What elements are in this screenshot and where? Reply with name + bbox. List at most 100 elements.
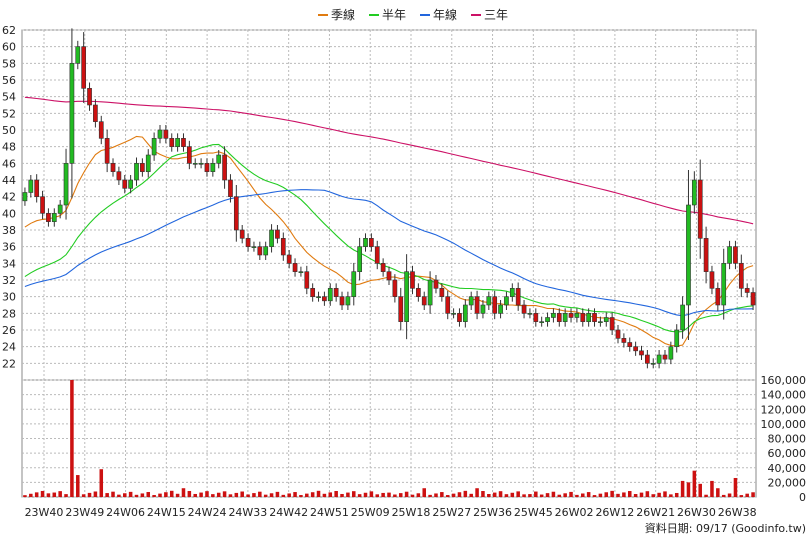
volume-bar	[169, 490, 174, 497]
x-tick-label: 26W21	[636, 506, 675, 519]
volume-bar	[87, 492, 92, 497]
volume-bar	[416, 493, 421, 497]
volume-bar	[246, 494, 250, 497]
volume-bar	[228, 494, 233, 497]
price-tick-label: 54	[2, 91, 16, 104]
x-tick-label: 23W40	[25, 506, 64, 519]
footer-date: 資料日期: 09/17 (Goodinfo.tw)	[645, 521, 806, 535]
volume-bar	[622, 492, 626, 497]
candle-body	[568, 313, 574, 318]
candle-body	[468, 296, 474, 306]
volume-bar	[64, 494, 68, 497]
volume-bar	[299, 495, 303, 497]
volume-bar	[310, 492, 315, 497]
volume-bar	[275, 491, 280, 497]
candle-body	[110, 163, 116, 172]
volume-bar	[181, 488, 186, 497]
price-tick-label: 56	[2, 74, 16, 87]
volume-tick-label: 120,000	[761, 403, 807, 416]
stock-chart: 22 24 26 28 30 32 34 36 38 40 42 44 46 48 50 52 54 56 58 60…	[2, 7, 807, 535]
candle-body	[369, 238, 374, 247]
price-tick-label: 44	[2, 174, 16, 187]
candle-body	[416, 288, 421, 297]
price-tick-label: 32	[2, 274, 16, 287]
x-axis-ticks: 23W40 23W49 24W06 24W15 24W24 24W33 24W42 24W51…	[25, 506, 757, 519]
volume-bar	[692, 470, 697, 497]
x-tick-label: 23W49	[65, 506, 104, 519]
volume-bar	[663, 491, 667, 497]
volume-bar	[721, 494, 726, 497]
volume-bar	[258, 491, 262, 497]
x-tick-label: 24W15	[147, 506, 186, 519]
candle-body	[574, 313, 580, 318]
candle-body	[51, 213, 57, 222]
candle-body	[427, 279, 433, 306]
candle-body	[738, 263, 744, 289]
candle-body	[34, 179, 40, 197]
volume-bar	[375, 494, 380, 497]
candle-body	[562, 313, 568, 322]
candle-body	[192, 163, 198, 165]
candle-body	[357, 246, 362, 272]
candle-body	[286, 254, 292, 264]
volume-bar	[152, 495, 156, 497]
volume-bar	[633, 494, 638, 497]
volume-bar	[739, 495, 744, 497]
volume-bar	[175, 493, 180, 497]
volume-bar	[398, 493, 403, 497]
candle-body	[404, 271, 409, 322]
candle-body	[691, 179, 697, 206]
price-tick-label: 42	[2, 191, 16, 204]
candle-body	[198, 163, 204, 165]
plot-frame	[21, 29, 757, 498]
candle-body	[98, 121, 104, 139]
volume-bar	[639, 492, 644, 497]
candle-body	[733, 246, 738, 264]
volume-bar	[76, 475, 80, 497]
volume-bar	[733, 477, 738, 497]
volume-bar	[674, 492, 679, 497]
price-axis-ticks: 22 24 26 28 30 32 34 36 38 40 42 44 46 48 50 52 54 56 58 60…	[2, 24, 16, 370]
volume-bar	[240, 491, 244, 497]
volume-tick-label: 140,000	[761, 389, 807, 402]
candle-body	[69, 63, 75, 164]
volume-bar	[269, 493, 274, 497]
candle-body	[504, 296, 509, 306]
volume-bar	[434, 493, 438, 497]
volume-bar	[287, 493, 291, 497]
price-tick-label: 52	[2, 107, 16, 120]
volume-bar	[522, 494, 526, 497]
candle-body	[380, 263, 386, 272]
volume-bar	[340, 493, 344, 497]
candle-body	[639, 350, 644, 356]
volume-bar	[216, 492, 221, 497]
x-tick-label: 26W38	[718, 506, 757, 519]
volume-bar	[492, 492, 497, 497]
volume-bar	[281, 494, 286, 497]
candle-body	[233, 196, 239, 231]
x-tick-label: 26W30	[677, 506, 716, 519]
volume-bar	[592, 495, 597, 497]
volume-bar	[199, 492, 203, 497]
candle-body	[228, 179, 233, 197]
candle-body	[410, 271, 415, 289]
volume-bar	[334, 490, 338, 497]
volume-bar	[463, 490, 468, 497]
candle-body	[186, 146, 192, 164]
volume-bar	[698, 483, 702, 497]
volume-bar	[428, 494, 432, 497]
price-tick-label: 58	[2, 57, 16, 70]
volume-bar	[586, 492, 591, 497]
volume-bar	[545, 493, 550, 497]
volume-bar	[569, 491, 573, 497]
candle-body	[721, 263, 727, 306]
candle-body	[709, 271, 715, 289]
volume-bar	[563, 493, 567, 497]
candle-body	[245, 238, 251, 247]
price-tick-label: 30	[2, 291, 16, 304]
volume-tick-label: 80,000	[768, 433, 807, 446]
volume-tick-label: 20,000	[768, 476, 807, 489]
volume-bar	[328, 492, 333, 497]
volume-bar	[539, 494, 544, 497]
volume-bar	[457, 492, 462, 497]
